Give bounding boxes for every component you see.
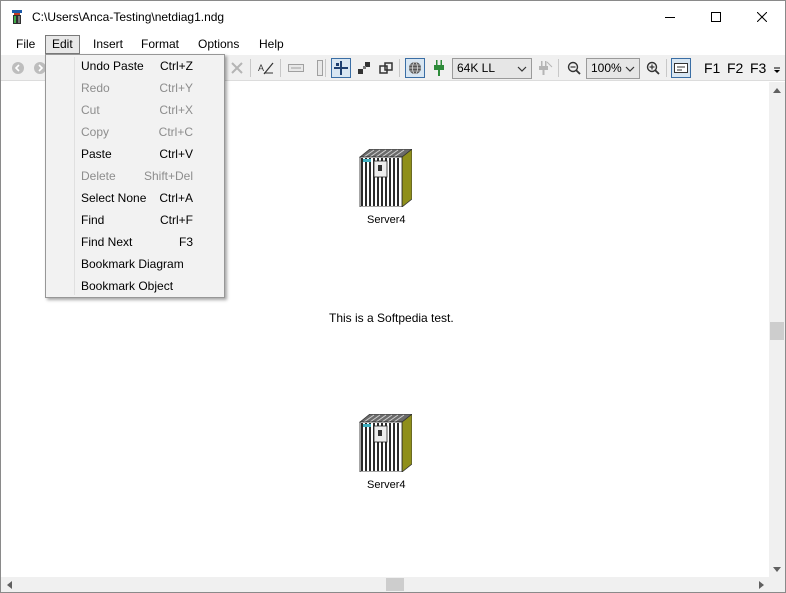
diagram-text-note[interactable]: This is a Softpedia test. — [329, 311, 454, 325]
toolbar-separator — [325, 59, 326, 77]
menu-item-select-none[interactable]: Select None Ctrl+A — [47, 187, 223, 209]
app-icon — [11, 9, 25, 25]
menu-item-redo: Redo Ctrl+Y — [47, 77, 223, 99]
server-node[interactable] — [358, 148, 414, 208]
menu-item-shortcut: Shift+Del — [143, 169, 193, 183]
menu-item-cut: Cut Ctrl+X — [47, 99, 223, 121]
chevron-down-icon — [624, 59, 636, 78]
zoom-in-icon[interactable] — [643, 58, 663, 78]
plug-icon[interactable] — [429, 58, 449, 78]
menu-item-label: Select None — [81, 191, 147, 205]
server-label: Server4 — [367, 214, 406, 226]
maximize-button[interactable] — [693, 1, 739, 32]
group-icon[interactable] — [376, 58, 396, 78]
menu-item-label: Delete — [81, 169, 116, 183]
menu-item-shortcut: Ctrl+Y — [159, 81, 193, 95]
arrange-icon[interactable] — [354, 58, 374, 78]
scroll-down-icon[interactable] — [769, 561, 785, 577]
f1-button[interactable]: F1 — [704, 60, 720, 76]
menu-item-label: Cut — [81, 103, 100, 117]
app-window: C:\Users\Anca-Testing\netdiag1.ndg File … — [0, 0, 786, 593]
horizontal-scrollbar[interactable] — [1, 577, 769, 592]
menu-item-delete: Delete Shift+Del — [47, 165, 223, 187]
toolbar-separator — [280, 59, 281, 77]
close-button[interactable] — [739, 1, 785, 32]
menu-item-find[interactable]: Find Ctrl+F — [47, 209, 223, 231]
minimize-button[interactable] — [647, 1, 693, 32]
menu-insert[interactable]: Insert — [87, 35, 129, 54]
toolbar-separator — [250, 59, 251, 77]
menu-item-label: Bookmark Object — [81, 279, 174, 293]
menu-item-bookmark-object[interactable]: Bookmark Object — [47, 275, 223, 297]
f2-button[interactable]: F2 — [727, 60, 743, 76]
server-node[interactable] — [358, 413, 414, 473]
edit-menu-dropdown: Undo Paste Ctrl+Z Redo Ctrl+Y Cut Ctrl+X… — [45, 54, 225, 298]
zoom-select-value: 100% — [591, 61, 622, 75]
menu-edit[interactable]: Edit — [45, 35, 80, 54]
menu-item-label: Copy — [81, 125, 110, 139]
chevron-down-icon — [516, 59, 528, 78]
menu-item-shortcut: Ctrl+C — [158, 125, 193, 139]
menu-item-shortcut: F3 — [178, 235, 193, 249]
menu-item-find-next[interactable]: Find Next F3 — [47, 231, 223, 253]
scrollbar-corner — [769, 577, 785, 592]
menu-file[interactable]: File — [10, 35, 41, 54]
toolbar-separator — [558, 59, 559, 77]
menu-format[interactable]: Format — [135, 35, 185, 54]
text-edit-icon[interactable]: A — [256, 58, 276, 78]
menu-item-shortcut: Ctrl+Z — [160, 59, 193, 73]
vertical-scroll-thumb[interactable] — [770, 322, 784, 340]
scroll-left-icon[interactable] — [1, 577, 17, 592]
horizontal-scroll-thumb[interactable] — [386, 578, 404, 591]
speed-select-value: 64K LL — [457, 61, 496, 75]
toolbar-separator — [399, 59, 400, 77]
menu-help[interactable]: Help — [253, 35, 290, 54]
menu-item-label: Paste — [81, 147, 112, 161]
menu-item-shortcut: Ctrl+X — [159, 103, 193, 117]
menu-item-label: Bookmark Diagram — [81, 257, 184, 271]
scroll-up-icon[interactable] — [769, 82, 785, 98]
menu-item-label: Redo — [81, 81, 110, 95]
toolbar-overflow-icon[interactable] — [771, 58, 783, 78]
disconnect-plug-icon[interactable] — [535, 58, 555, 78]
delete-icon[interactable] — [227, 58, 247, 78]
zoom-select[interactable]: 100% — [586, 58, 640, 79]
zoom-out-icon[interactable] — [564, 58, 584, 78]
svg-text:A: A — [258, 63, 264, 73]
server-label: Server4 — [367, 479, 406, 491]
globe-icon[interactable] — [405, 58, 425, 78]
menu-item-paste[interactable]: Paste Ctrl+V — [47, 143, 223, 165]
label-box-icon[interactable] — [286, 58, 306, 78]
vertical-scrollbar[interactable] — [769, 82, 785, 577]
menu-item-label: Find — [81, 213, 105, 227]
menu-item-shortcut: Ctrl+V — [159, 147, 193, 161]
menu-options[interactable]: Options — [192, 35, 245, 54]
menu-item-copy: Copy Ctrl+C — [47, 121, 223, 143]
menu-bar: File Edit Insert Format Options Help — [1, 33, 785, 54]
title-bar: C:\Users\Anca-Testing\netdiag1.ndg — [1, 1, 785, 32]
f3-button[interactable]: F3 — [750, 60, 766, 76]
menu-item-bookmark-diagram[interactable]: Bookmark Diagram — [47, 253, 223, 275]
menu-item-undo-paste[interactable]: Undo Paste Ctrl+Z — [47, 55, 223, 77]
connector-tool-icon[interactable] — [331, 58, 351, 78]
vertical-box-icon[interactable] — [310, 58, 330, 78]
menu-item-label: Undo Paste — [81, 59, 144, 73]
menu-item-label: Find Next — [81, 235, 133, 249]
speed-select[interactable]: 64K LL — [452, 58, 532, 79]
scroll-right-icon[interactable] — [753, 577, 769, 592]
menu-item-shortcut: Ctrl+F — [160, 213, 193, 227]
back-icon[interactable] — [8, 58, 28, 78]
menu-item-shortcut: Ctrl+A — [159, 191, 193, 205]
toolbar-separator — [666, 59, 667, 77]
id-card-icon[interactable] — [671, 58, 691, 78]
window-title: C:\Users\Anca-Testing\netdiag1.ndg — [32, 10, 225, 24]
